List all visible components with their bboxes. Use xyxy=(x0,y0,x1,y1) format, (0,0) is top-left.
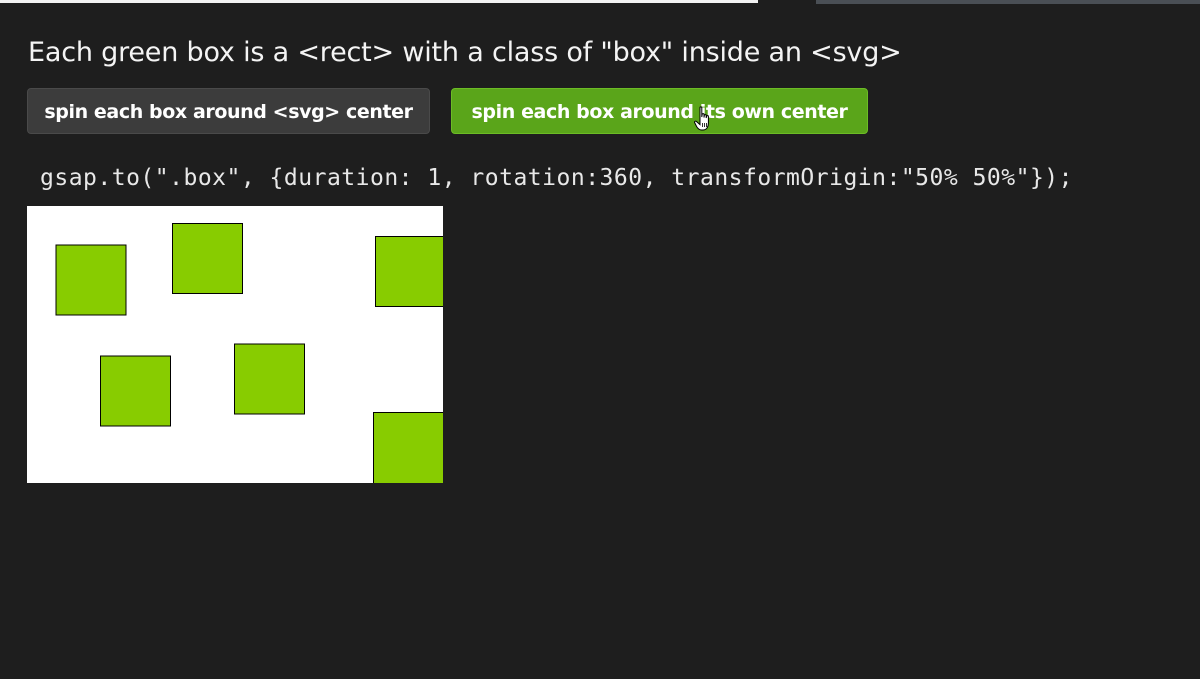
spin-around-own-center-button[interactable]: spin each box around its own center xyxy=(451,88,868,134)
demo-heading: Each green box is a <rect> with a class … xyxy=(28,37,902,68)
green-box-6 xyxy=(373,412,444,484)
spin-around-svg-center-button[interactable]: spin each box around <svg> center xyxy=(27,88,430,134)
top-strip-gray xyxy=(816,0,1200,4)
browser-top-strip xyxy=(0,0,1200,4)
green-box-3 xyxy=(375,236,446,307)
svg-stage xyxy=(27,206,446,484)
green-box-2 xyxy=(172,223,243,294)
green-box-1 xyxy=(55,244,127,316)
code-snippet: gsap.to(".box", {duration: 1, rotation:3… xyxy=(40,165,1073,191)
top-strip-dark xyxy=(758,0,816,4)
green-box-4 xyxy=(100,355,171,427)
demo-svg xyxy=(55,223,446,484)
top-strip-light xyxy=(0,0,758,3)
hand-pointer-icon xyxy=(694,106,714,132)
green-box-5 xyxy=(234,343,305,415)
